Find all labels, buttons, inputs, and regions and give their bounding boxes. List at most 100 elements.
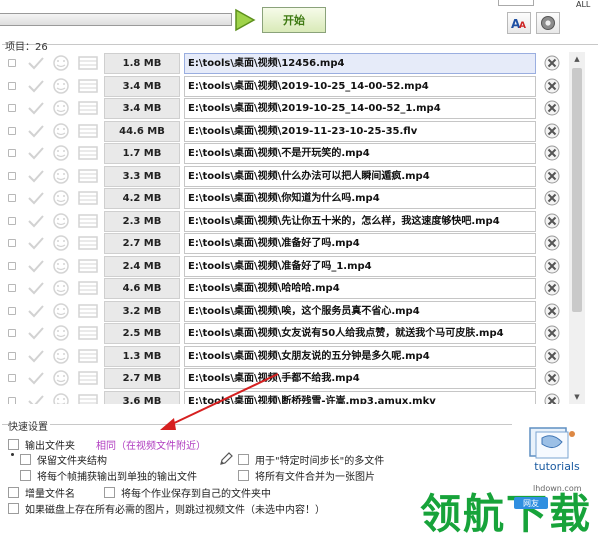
output-folder-checkbox[interactable] (8, 439, 19, 450)
each-job-option[interactable]: 将每个作业保存到自己的文件夹中 (104, 485, 271, 500)
remove-x-icon[interactable] (544, 235, 560, 251)
file-row[interactable]: 1.8 MB E:\tools\桌面\视频\12456.mp4 (0, 52, 568, 75)
file-row[interactable]: 4.2 MB E:\tools\桌面\视频\你知道为什么吗.mp4 (0, 187, 568, 210)
file-row[interactable]: 2.5 MB E:\tools\桌面\视频\女友说有50人给我点赞，就送我个马可皮… (0, 322, 568, 345)
remove-x-icon[interactable] (544, 78, 560, 94)
row-checkbox[interactable] (8, 171, 16, 180)
pen-icon[interactable] (218, 451, 234, 467)
output-folder-option[interactable]: 输出文件夹 (8, 437, 75, 452)
file-path[interactable]: E:\tools\桌面\视频\2019-11-23-10-25-35.flv (184, 120, 536, 142)
file-path[interactable]: E:\tools\桌面\视频\断桥残雪-许嵩.mp3.amux.mkv (184, 390, 536, 404)
each-job-checkbox[interactable] (104, 487, 115, 498)
row-checkbox[interactable] (8, 149, 16, 157)
remove-x-icon[interactable] (544, 123, 560, 139)
row-checkbox[interactable] (8, 126, 16, 135)
file-row[interactable]: 3.4 MB E:\tools\桌面\视频\2019-10-25_14-00-52… (0, 97, 568, 120)
skip-option[interactable]: 如果磁盘上存在所有必需的图片，则跳过视频文件（未选中内容！） (8, 501, 325, 516)
start-button[interactable]: 开始 (262, 7, 326, 33)
row-checkbox[interactable] (8, 329, 16, 337)
remove-x-icon[interactable] (544, 325, 560, 341)
row-checkbox[interactable] (8, 374, 16, 382)
row-checkbox[interactable] (8, 261, 16, 270)
scroll-down-icon[interactable]: ▼ (569, 390, 585, 404)
file-path[interactable]: E:\tools\桌面\视频\2019-10-25_14-00-52_1.mp4 (184, 98, 536, 119)
remove-x-icon[interactable] (544, 100, 560, 116)
file-row[interactable]: 4.6 MB E:\tools\桌面\视频\哈哈哈.mp4 (0, 277, 568, 300)
file-path[interactable]: E:\tools\桌面\视频\先让你五十米的，怎么样，我这速度够快吧.mp4 (184, 210, 536, 232)
scroll-thumb[interactable] (572, 68, 582, 312)
row-checkbox[interactable] (8, 351, 16, 360)
keep-structure-checkbox[interactable] (20, 454, 31, 465)
file-path[interactable]: E:\tools\桌面\视频\女友说有50人给我点赞，就送我个马可皮肤.mp4 (184, 323, 536, 344)
file-list[interactable]: 1.8 MB E:\tools\桌面\视频\12456.mp4 3.4 MB E:\t… (0, 52, 568, 404)
row-checkbox[interactable] (8, 104, 16, 112)
play-arrow-icon[interactable] (232, 7, 258, 33)
row-checkbox[interactable] (8, 194, 16, 202)
file-row[interactable]: 3.4 MB E:\tools\桌面\视频\2019-10-25_14-00-52… (0, 75, 568, 98)
merge-all-option[interactable]: 将所有文件合并为一张图片 (238, 468, 375, 483)
incremental-option[interactable]: 增量文件名 (8, 485, 75, 500)
remove-x-icon[interactable] (544, 393, 560, 405)
row-checkbox[interactable] (8, 396, 16, 404)
file-row[interactable]: 2.7 MB E:\tools\桌面\视频\准备好了吗.mp4 (0, 232, 568, 255)
list-scrollbar[interactable]: ▲ ▼ (569, 52, 585, 404)
remove-x-icon[interactable] (544, 348, 560, 364)
scroll-up-icon[interactable]: ▲ (569, 52, 585, 66)
time-step-option[interactable]: 用于"特定时间步长"的多文件 (238, 452, 384, 467)
file-path[interactable]: E:\tools\桌面\视频\哈哈哈.mp4 (184, 278, 536, 299)
remove-x-icon[interactable] (544, 168, 560, 184)
tutorials-logo-icon[interactable] (520, 424, 594, 486)
file-path[interactable]: E:\tools\桌面\视频\唉，这个服务员真不省心.mp4 (184, 300, 536, 322)
file-row[interactable]: 3.3 MB E:\tools\桌面\视频\什么办法可以把人瞬间遁疯.mp4 (0, 165, 568, 188)
file-path[interactable]: E:\tools\桌面\视频\2019-10-25_14-00-52.mp4 (184, 75, 536, 97)
file-row[interactable]: 3.6 MB E:\tools\桌面\视频\断桥残雪-许嵩.mp3.amux.mk… (0, 390, 568, 405)
font-button[interactable]: A A (507, 12, 531, 34)
remove-x-icon[interactable] (544, 303, 560, 319)
file-path[interactable]: E:\tools\桌面\视频\什么办法可以把人瞬间遁疯.mp4 (184, 165, 536, 187)
row-checkbox[interactable] (8, 81, 16, 90)
row-checkbox[interactable] (8, 284, 16, 292)
row-checkbox[interactable] (8, 239, 16, 247)
skip-checkbox[interactable] (8, 503, 19, 514)
file-path[interactable]: E:\tools\桌面\视频\准备好了吗_1.mp4 (184, 255, 536, 277)
file-path[interactable]: E:\tools\桌面\视频\你知道为什么吗.mp4 (184, 188, 536, 209)
file-path[interactable]: E:\tools\桌面\视频\12456.mp4 (184, 53, 536, 74)
each-frame-option[interactable]: 将每个帧捕获输出到单独的输出文件 (20, 468, 197, 483)
check-mark-icon (28, 327, 44, 340)
settings-button[interactable] (536, 12, 560, 34)
face-icon (53, 167, 69, 184)
each-frame-checkbox[interactable] (20, 470, 31, 481)
keep-structure-label: 保留文件夹结构 (37, 456, 107, 467)
file-row[interactable]: 2.7 MB E:\tools\桌面\视频\手都不给我.mp4 (0, 367, 568, 390)
file-path[interactable]: E:\tools\桌面\视频\不是开玩笑的.mp4 (184, 143, 536, 164)
file-row[interactable]: 2.4 MB E:\tools\桌面\视频\准备好了吗_1.mp4 (0, 255, 568, 278)
remove-x-icon[interactable] (544, 145, 560, 161)
remove-x-icon[interactable] (544, 280, 560, 296)
check-mark-icon (28, 57, 44, 70)
output-folder-value[interactable]: 相同（在视频文件附近） (96, 437, 206, 452)
remove-x-icon[interactable] (544, 258, 560, 274)
row-checkbox[interactable] (8, 59, 16, 67)
remove-x-icon[interactable] (544, 370, 560, 386)
row-checkbox[interactable] (8, 216, 16, 225)
film-icon (78, 348, 98, 363)
remove-x-icon[interactable] (544, 190, 560, 206)
face-icon (53, 190, 69, 206)
time-step-checkbox[interactable] (238, 454, 249, 465)
file-path[interactable]: E:\tools\桌面\视频\手都不给我.mp4 (184, 368, 536, 389)
remove-x-icon[interactable] (544, 55, 560, 71)
file-row[interactable]: 1.7 MB E:\tools\桌面\视频\不是开玩笑的.mp4 (0, 142, 568, 165)
remove-x-icon[interactable] (544, 213, 560, 229)
incremental-checkbox[interactable] (8, 487, 19, 498)
file-row[interactable]: 3.2 MB E:\tools\桌面\视频\唉，这个服务员真不省心.mp4 (0, 300, 568, 323)
top-toolbar: 开始 ALL A A (0, 0, 600, 36)
file-size: 4.6 MB (104, 278, 180, 299)
row-checkbox[interactable] (8, 306, 16, 315)
keep-structure-option[interactable]: 保留文件夹结构 (20, 452, 107, 467)
file-path[interactable]: E:\tools\桌面\视频\女朋友说的五分钟是多久呢.mp4 (184, 345, 536, 367)
file-row[interactable]: 2.3 MB E:\tools\桌面\视频\先让你五十米的，怎么样，我这速度够快吧… (0, 210, 568, 233)
merge-all-checkbox[interactable] (238, 470, 249, 481)
file-row[interactable]: 1.3 MB E:\tools\桌面\视频\女朋友说的五分钟是多久呢.mp4 (0, 345, 568, 368)
file-path[interactable]: E:\tools\桌面\视频\准备好了吗.mp4 (184, 233, 536, 254)
file-row[interactable]: 44.6 MB E:\tools\桌面\视频\2019-11-23-10-25-3… (0, 120, 568, 143)
